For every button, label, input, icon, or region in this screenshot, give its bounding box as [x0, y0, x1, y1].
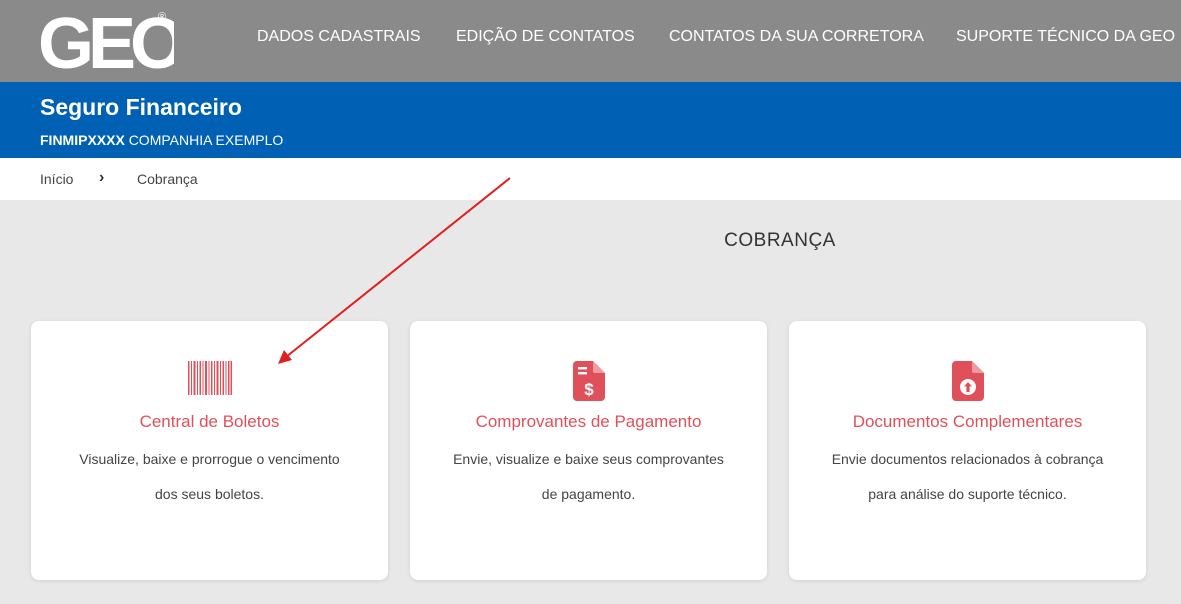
nav-suporte-tecnico[interactable]: SUPORTE TÉCNICO DA GEO: [956, 28, 1175, 46]
chevron-right-icon: ›: [99, 169, 105, 186]
card-description: Visualize, baixe e prorrogue o venciment…: [79, 451, 340, 502]
breadcrumb-home[interactable]: Início: [40, 171, 73, 187]
product-banner: Seguro Financeiro FINMIPXXXX COMPANHIA E…: [0, 82, 1181, 158]
policy-subtitle: FINMIPXXXX COMPANHIA EXEMPLO: [40, 132, 283, 148]
breadcrumb-current: Cobrança: [137, 171, 198, 187]
card-title[interactable]: Documentos Complementares: [789, 412, 1146, 432]
file-upload-icon: [951, 361, 984, 401]
card-documentos-complementares[interactable]: Documentos Complementares Envie document…: [789, 321, 1146, 580]
top-header: GEO ® DADOS CADASTRAIS EDIÇÃO DE CONTATO…: [0, 0, 1181, 82]
nav-edicao-de-contatos[interactable]: EDIÇÃO DE CONTATOS: [456, 28, 635, 46]
main-nav: DADOS CADASTRAIS EDIÇÃO DE CONTATOS CONT…: [0, 0, 1181, 82]
product-title: Seguro Financeiro: [40, 94, 242, 120]
card-description: Envie, visualize e baixe seus comprovant…: [453, 451, 724, 502]
nav-dados-cadastrais[interactable]: DADOS CADASTRAIS: [257, 28, 421, 46]
card-title[interactable]: Comprovantes de Pagamento: [410, 412, 767, 432]
barcode-icon: [187, 361, 232, 395]
card-description: Envie documentos relacionados à cobrança…: [831, 451, 1104, 502]
breadcrumb: Início › Cobrança: [0, 158, 1181, 200]
company-name: COMPANHIA EXEMPLO: [128, 132, 284, 148]
card-central-de-boletos[interactable]: Central de Boletos Visualize, baixe e pr…: [31, 321, 388, 580]
card-title[interactable]: Central de Boletos: [31, 412, 388, 432]
svg-text:$: $: [584, 380, 594, 399]
payment-receipt-icon: $: [572, 361, 605, 401]
page-title: COBRANÇA: [724, 230, 836, 251]
policy-code: FINMIPXXXX: [40, 132, 125, 148]
card-comprovantes-de-pagamento[interactable]: $ Comprovantes de Pagamento Envie, visua…: [410, 321, 767, 580]
nav-contatos-corretora[interactable]: CONTATOS DA SUA CORRETORA: [669, 28, 924, 46]
